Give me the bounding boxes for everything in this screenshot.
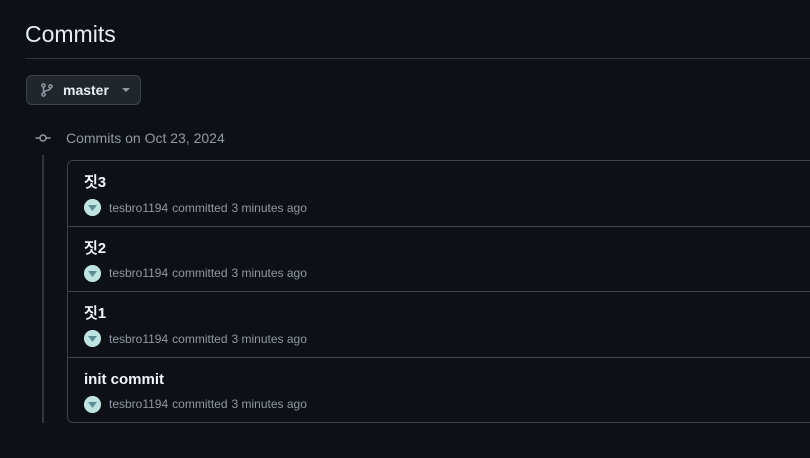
- commit-meta: tesbro1194 committed 3 minutes ago: [84, 264, 307, 282]
- branch-selector-button[interactable]: master: [26, 75, 141, 105]
- commit-row: 짓3 tesbro1194 committed 3 minutes ago: [68, 161, 810, 227]
- commit-group-heading: Commits on Oct 23, 2024: [66, 130, 225, 146]
- title-divider: [25, 58, 810, 59]
- caret-down-icon: [121, 87, 131, 93]
- commits-page: Commits master Commits on Oct 23, 2024 짓…: [0, 0, 810, 458]
- commit-author-link[interactable]: tesbro1194: [109, 396, 168, 412]
- avatar[interactable]: [84, 395, 101, 413]
- commit-action: committed: [172, 331, 228, 346]
- commit-message-link[interactable]: 짓1: [84, 305, 106, 323]
- commit-message-link[interactable]: init commit: [84, 371, 164, 389]
- commit-author-link[interactable]: tesbro1194: [109, 331, 168, 347]
- commit-row: 짓1 tesbro1194 committed 3 minutes ago: [68, 292, 810, 358]
- avatar[interactable]: [84, 264, 101, 282]
- commit-message-link[interactable]: 짓2: [84, 240, 106, 258]
- commit-author-link[interactable]: tesbro1194: [109, 200, 168, 216]
- commit-action: committed: [172, 266, 228, 280]
- commit-message-link[interactable]: 짓3: [84, 174, 106, 192]
- page-title: Commits: [25, 21, 116, 47]
- git-commit-icon: [35, 130, 51, 146]
- commit-list: 짓3 tesbro1194 committed 3 minutes ago 짓2…: [67, 160, 810, 423]
- commit-action: committed: [172, 397, 228, 411]
- avatar[interactable]: [84, 199, 101, 216]
- commit-time: 3 minutes ago: [231, 266, 307, 280]
- commit-time: 3 minutes ago: [231, 331, 307, 346]
- commit-action: committed: [172, 200, 228, 215]
- commit-time: 3 minutes ago: [231, 200, 307, 215]
- commit-time: 3 minutes ago: [231, 397, 307, 411]
- commit-meta: tesbro1194 committed 3 minutes ago: [84, 330, 307, 347]
- git-branch-icon: [39, 82, 55, 98]
- commit-meta: tesbro1194 committed 3 minutes ago: [84, 395, 307, 413]
- commit-meta: tesbro1194 committed 3 minutes ago: [84, 199, 307, 216]
- avatar[interactable]: [84, 330, 101, 347]
- commit-row: init commit tesbro1194 committed 3 minut…: [68, 358, 810, 423]
- commit-author-link[interactable]: tesbro1194: [109, 265, 168, 281]
- timeline-line: [42, 155, 44, 423]
- branch-label: master: [63, 82, 109, 98]
- commit-row: 짓2 tesbro1194 committed 3 minutes ago: [68, 227, 810, 292]
